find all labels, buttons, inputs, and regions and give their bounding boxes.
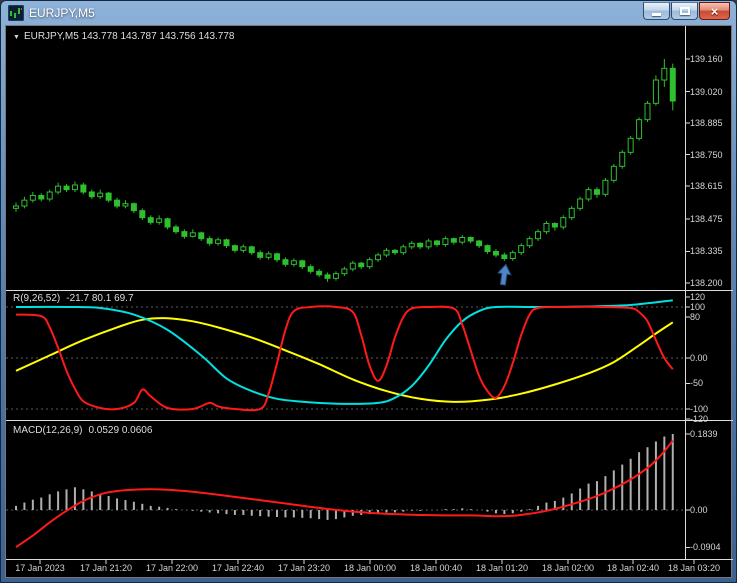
time-axis-label: 18 Jan 02:40 bbox=[606, 563, 660, 573]
maximize-icon bbox=[679, 7, 690, 15]
price-axis-label: 138.335 bbox=[690, 246, 723, 256]
chart-ohlc-header: ▼ EURJPY,M5 143.778 143.787 143.756 143.7… bbox=[13, 31, 235, 42]
minimize-button[interactable] bbox=[643, 2, 670, 20]
oscillator-axis-label: 120 bbox=[690, 292, 706, 302]
chart-window-icon bbox=[7, 4, 25, 22]
oscillator-axis-label: 100 bbox=[690, 302, 706, 312]
price-axis-label: 138.475 bbox=[690, 214, 723, 224]
macd-axis-label: 0.00 bbox=[690, 505, 708, 515]
price-axis-label: 138.885 bbox=[690, 118, 723, 128]
up-arrow-annotation[interactable] bbox=[496, 263, 512, 286]
time-axis-label: 17 Jan 21:20 bbox=[79, 563, 133, 573]
candles-layer bbox=[13, 59, 676, 282]
chart-area[interactable]: ▼ EURJPY,M5 143.778 143.787 143.756 143.7… bbox=[5, 25, 733, 578]
oscillator-axis-label: 0.00 bbox=[690, 353, 708, 363]
header-symbol: EURJPY,M5 bbox=[23, 31, 79, 42]
macd-indicator-label: MACD(12,26,9) 0.0529 0.0606 bbox=[13, 425, 152, 436]
cyan-line bbox=[15, 299, 673, 405]
time-axis-label: 17 Jan 22:00 bbox=[145, 563, 199, 573]
macd-name: MACD(12,26,9) bbox=[13, 425, 83, 436]
app-window: EURJPY,M5 × ▼ EURJPY,M5 143.778 143.787 … bbox=[0, 0, 737, 583]
oscillator-axis-label: 80 bbox=[690, 312, 701, 322]
time-axis-label: 18 Jan 00:40 bbox=[409, 563, 463, 573]
oscillator-indicator-label: R(9,26,52) -21.7 80.1 69.7 bbox=[13, 293, 134, 304]
macd-histogram bbox=[15, 434, 674, 520]
minimize-icon bbox=[652, 13, 661, 16]
time-axis-label: 17 Jan 2023 bbox=[15, 563, 65, 573]
oscillator-lines bbox=[15, 299, 674, 412]
macd-axis-label: -0.0904 bbox=[690, 542, 721, 552]
time-axis-label: 17 Jan 23:20 bbox=[277, 563, 331, 573]
oscillator-name: R(9,26,52) bbox=[13, 293, 61, 304]
window-titlebar[interactable]: EURJPY,M5 × bbox=[1, 1, 736, 25]
red-step-line bbox=[15, 305, 674, 412]
oscillator-axis-label: -120 bbox=[690, 414, 709, 424]
price-axis-label: 138.200 bbox=[690, 278, 723, 288]
close-button[interactable]: × bbox=[699, 2, 730, 20]
window-title: EURJPY,M5 bbox=[29, 6, 95, 20]
close-icon: × bbox=[710, 3, 719, 19]
window-controls: × bbox=[643, 2, 730, 20]
price-axis-label: 138.615 bbox=[690, 181, 723, 191]
time-axis-label: 18 Jan 01:20 bbox=[475, 563, 529, 573]
symbol-dropdown-icon[interactable]: ▼ bbox=[13, 34, 20, 41]
macd-axis-label: 0.1839 bbox=[690, 429, 718, 439]
oscillator-axis-label: -100 bbox=[690, 404, 709, 414]
macd-signal-line bbox=[15, 439, 674, 549]
axis-ticks bbox=[39, 58, 695, 564]
oscillator-values: -21.7 80.1 69.7 bbox=[66, 293, 134, 304]
price-axis-label: 139.020 bbox=[690, 87, 723, 97]
header-ohlc-values: 143.778 143.787 143.756 143.778 bbox=[81, 31, 235, 42]
price-axis-label: 139.160 bbox=[690, 54, 723, 64]
time-axis-label: 18 Jan 00:00 bbox=[343, 563, 397, 573]
oscillator-axis-label: -50 bbox=[690, 378, 704, 388]
yellow-line bbox=[15, 317, 674, 403]
macd-values: 0.0529 0.0606 bbox=[88, 425, 153, 436]
maximize-button[interactable] bbox=[671, 2, 698, 20]
time-axis-label: 18 Jan 02:00 bbox=[541, 563, 595, 573]
price-axis-label: 138.750 bbox=[690, 150, 723, 160]
time-axis-label: 17 Jan 22:40 bbox=[211, 563, 265, 573]
time-axis-label: 18 Jan 03:20 bbox=[667, 563, 721, 573]
